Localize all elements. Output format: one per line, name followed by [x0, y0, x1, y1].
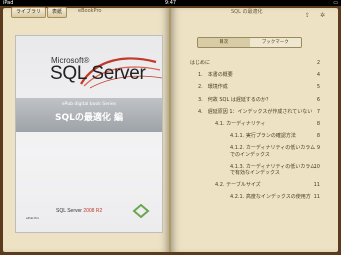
tab-bookmarks[interactable]: ブックマーク [249, 38, 301, 47]
toc-item[interactable]: はじめに 2 [190, 60, 320, 72]
toc-item-page: 6 [316, 96, 320, 103]
toc-item-page: 8 [316, 121, 320, 128]
library-button[interactable]: ライブラリ [11, 7, 47, 18]
toc-item-page: 10 [313, 163, 320, 170]
toc-item-page: 8 [316, 133, 320, 140]
epub-logo-icon [132, 204, 150, 218]
toc-item-label: 3. 何故 SQL は遅延するのか？ [198, 96, 271, 103]
toc-item-page: 11 [313, 182, 320, 189]
toc-item-label: 4.1.3. カーディナリティの低いカラムで有効なインデックス [230, 163, 316, 177]
toc-item-page: 5 [316, 84, 320, 91]
cover-button[interactable]: 表紙 [47, 7, 68, 18]
tab-contents[interactable]: 目次 [198, 38, 250, 47]
mini-logo-version: 2008 R2 [83, 208, 103, 214]
publisher-badge: ePub Pro [26, 216, 40, 220]
toc-item-label: 4.2.1. 高度なインデックスの使用方 [230, 194, 311, 201]
toc-item-page: 4 [316, 72, 320, 79]
toc-item-label: 4.1.1. 実行プランの確認方法 [230, 133, 296, 140]
book-title: eBookPro [78, 8, 102, 14]
toc-item[interactable]: 3. 何故 SQL は遅延するのか？ 6 [190, 97, 320, 109]
share-icon[interactable]: ⇪ [305, 12, 310, 19]
cover-mini-logo: SQL Server 2008 R2 [56, 208, 102, 214]
book-cover[interactable]: Microsoft® SQL Server ePub digital book … [15, 35, 163, 233]
toc-item-label: 4. 遅延原因 1：インデックスが作成されていない [198, 108, 313, 115]
table-of-contents: はじめに 2 1. 本書の概要 4 2. 環境作成 5 3. 何故 SQL は遅延するのか？… [190, 60, 320, 207]
cover-product: SQL Server [50, 63, 146, 84]
toc-item-page: 7 [316, 108, 320, 115]
toc-item-page: 11 [313, 194, 320, 201]
toc-item[interactable]: 4.1.3. カーディナリティの低いカラムで有効なインデックス 10 [190, 164, 320, 182]
toc-item-label: 4.1.2. カーディナリティの低いカラムでのインデックス [230, 145, 316, 158]
cover-subtitle: SQLの最適化 編 [54, 113, 123, 123]
toc-item[interactable]: 4.1. カーディナリティ 8 [190, 121, 320, 133]
toc-item[interactable]: 4.2. テーブルサイズ 11 [190, 182, 320, 194]
mini-logo-text: SQL Server [56, 208, 82, 214]
settings-icon[interactable]: ✲ [320, 12, 325, 19]
toc-item-page: 9 [316, 145, 320, 152]
toc-item[interactable]: 2. 環境作成 5 [190, 84, 320, 96]
toc-tabs: 目次 ブックマーク [197, 37, 302, 48]
toc-item[interactable]: 4.1.2. カーディナリティの低いカラムでのインデックス 9 [190, 145, 320, 163]
toc-item-label: 2. 環境作成 [198, 84, 228, 91]
toc-item[interactable]: 1. 本書の概要 4 [190, 72, 320, 84]
toc-item-label: 4.1. カーディナリティ [215, 121, 266, 128]
cover-series: ePub digital book Series [61, 102, 117, 107]
chapter-title: SQL の最適化 [231, 9, 263, 15]
toc-item-label: 4.2. テーブルサイズ [215, 182, 261, 189]
toc-item[interactable]: 4.1.1. 実行プランの確認方法 8 [190, 133, 320, 145]
toc-item[interactable]: 4.2.1. 高度なインデックスの使用方 11 [190, 194, 320, 206]
toc-item[interactable]: 4. 遅延原因 1：インデックスが作成されていない 7 [190, 109, 320, 121]
toc-item-label: はじめに [190, 60, 211, 66]
toc-item-page: 2 [316, 60, 320, 66]
toc-item-label: 1. 本書の概要 [198, 72, 233, 79]
